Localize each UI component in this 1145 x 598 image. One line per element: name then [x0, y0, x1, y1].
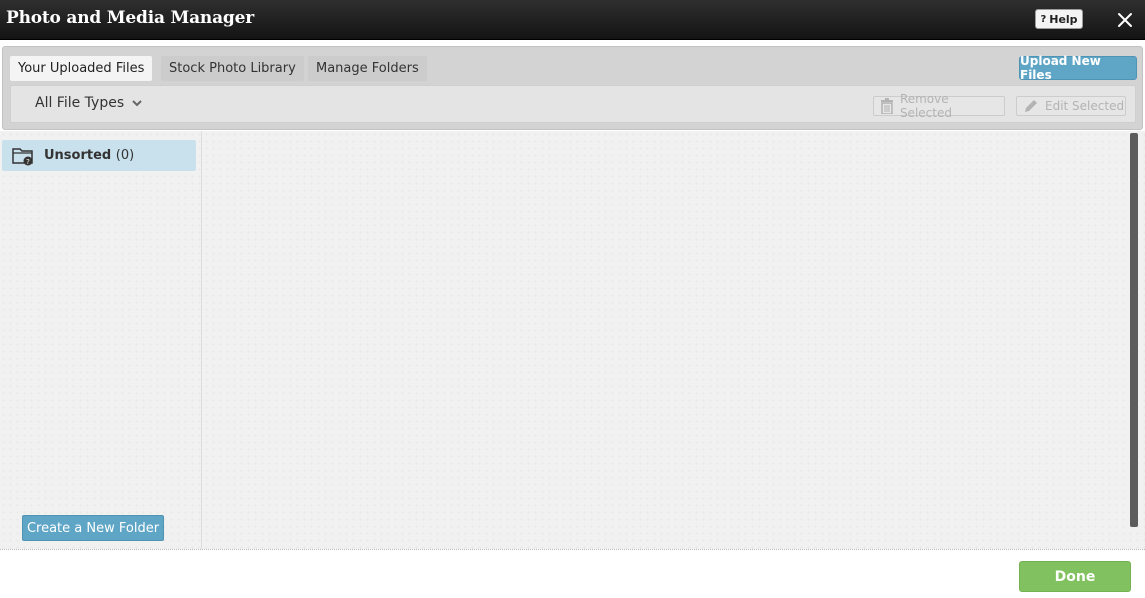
toolbar-panel: Your Uploaded Files Stock Photo Library …	[2, 46, 1143, 130]
close-icon	[1118, 13, 1132, 27]
footer: Done	[0, 549, 1145, 598]
tab-your-uploaded-files[interactable]: Your Uploaded Files	[10, 56, 153, 81]
remove-selected-button[interactable]: Remove Selected	[873, 92, 1005, 120]
chevron-down-icon	[132, 100, 142, 107]
folder-count: (0)	[115, 148, 135, 163]
folder-item-unsorted[interactable]: ? Unsorted (0)	[2, 140, 196, 171]
file-type-label: All File Types	[35, 95, 125, 111]
help-label: Help	[1049, 12, 1078, 26]
edit-selected-button[interactable]: Edit Selected	[1016, 96, 1126, 116]
tab-stock-photo-library[interactable]: Stock Photo Library	[161, 56, 304, 81]
title-bar: Photo and Media Manager ? Help	[0, 0, 1145, 40]
help-button[interactable]: ? Help	[1035, 9, 1083, 29]
window-title: Photo and Media Manager	[6, 8, 254, 28]
close-button[interactable]	[1113, 8, 1137, 32]
filter-bar: All File Types Remove Selected Edit Sele…	[10, 85, 1136, 123]
folder-name-unsorted: Unsorted (0)	[44, 148, 134, 163]
upload-new-files-button[interactable]: Upload New Files	[1019, 54, 1137, 82]
pencil-icon	[1025, 100, 1037, 112]
folder-label: Unsorted	[44, 148, 112, 163]
done-button[interactable]: Done	[1019, 561, 1131, 592]
folder-icon: ?	[12, 148, 33, 166]
svg-text:?: ?	[26, 158, 30, 166]
edit-selected-label: Edit Selected	[1045, 99, 1125, 113]
folder-sidebar: ? Unsorted (0) Create a New Folder	[0, 131, 202, 549]
help-icon: ?	[1040, 13, 1047, 25]
content-area: ? Unsorted (0) Create a New Folder	[0, 131, 1145, 549]
remove-selected-label: Remove Selected	[899, 92, 952, 120]
file-type-dropdown[interactable]: All File Types	[35, 95, 142, 111]
tab-manage-folders[interactable]: Manage Folders	[308, 56, 427, 81]
trash-icon	[880, 98, 893, 114]
create-new-folder-button[interactable]: Create a New Folder	[22, 515, 164, 541]
scrollbar-thumb[interactable]	[1130, 133, 1138, 527]
